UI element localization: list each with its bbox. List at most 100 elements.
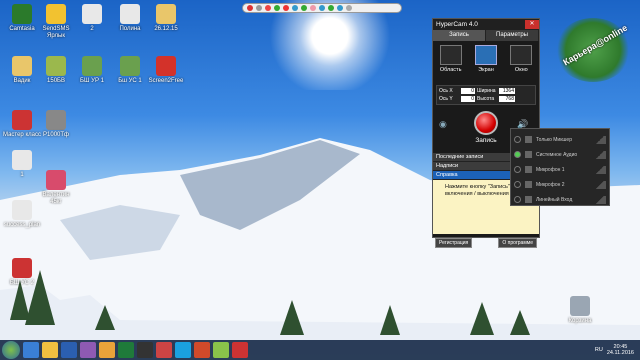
desktop-icon[interactable]: success_plan bbox=[2, 200, 42, 229]
radio-icon[interactable] bbox=[514, 166, 521, 173]
mode-window-label: Окно bbox=[514, 67, 528, 73]
green-icon[interactable] bbox=[328, 5, 334, 11]
sun bbox=[270, 0, 390, 90]
hypercam-taskbar-icon[interactable] bbox=[232, 342, 248, 358]
record-button[interactable] bbox=[474, 111, 498, 135]
blue-icon[interactable] bbox=[337, 5, 343, 11]
app-icon[interactable] bbox=[156, 342, 172, 358]
recording-toolbar[interactable] bbox=[242, 3, 402, 13]
window-titlebar[interactable]: HyperCam 4.0 ✕ bbox=[433, 19, 539, 30]
desktop-icon[interactable]: Р1000Тф bbox=[36, 110, 76, 139]
tab-record[interactable]: Запись bbox=[433, 30, 486, 41]
audio-source-menu[interactable]: Только Микшер Системное Аудио Микрофон 1 Ми… bbox=[510, 128, 610, 206]
clock-date: 24.11.2016 bbox=[606, 350, 634, 356]
file-icon bbox=[46, 110, 66, 130]
close-button[interactable]: ✕ bbox=[525, 20, 539, 29]
window-icon bbox=[510, 45, 533, 65]
desktop-icon[interactable]: Screen2Free bbox=[146, 56, 186, 85]
skype-icon[interactable] bbox=[175, 342, 191, 358]
height-field[interactable]: 768 bbox=[499, 96, 515, 102]
explorer-icon[interactable] bbox=[23, 342, 39, 358]
audio-option-label: Линейный Вход bbox=[536, 196, 573, 203]
folder-icon[interactable] bbox=[42, 342, 58, 358]
desktop-icon[interactable]: БШ УР 1 bbox=[72, 56, 112, 85]
audio-option-label: Микрофон 1 bbox=[536, 166, 565, 173]
audio-option[interactable]: Микрофон 2 bbox=[514, 177, 606, 192]
file-icon bbox=[570, 296, 590, 316]
blue-icon[interactable] bbox=[319, 5, 325, 11]
audio-source-icon bbox=[525, 136, 532, 143]
desktop-icon[interactable]: Полина bbox=[110, 4, 150, 33]
radio-icon[interactable] bbox=[514, 181, 521, 188]
mode-screen-button[interactable]: Экран bbox=[472, 45, 500, 83]
audio-option-label: Системное Аудио bbox=[536, 151, 578, 158]
volume-bars-icon bbox=[594, 180, 606, 189]
y-label: Ось Y bbox=[439, 96, 453, 102]
radio-icon[interactable] bbox=[514, 136, 521, 143]
gray-icon[interactable] bbox=[346, 5, 352, 11]
tab-settings[interactable]: Параметры bbox=[486, 30, 539, 41]
watermark-text: Карьера@online bbox=[561, 22, 630, 68]
audio-source-icon bbox=[525, 196, 532, 203]
mode-window-button[interactable]: Окно bbox=[507, 45, 535, 83]
file-icon bbox=[12, 200, 32, 220]
file-icon bbox=[156, 4, 176, 24]
excel-icon[interactable] bbox=[118, 342, 134, 358]
x-field[interactable]: 0 bbox=[461, 88, 475, 94]
area-icon bbox=[439, 45, 462, 65]
width-field[interactable]: 1364 bbox=[499, 88, 515, 94]
register-button[interactable]: Регистрация bbox=[435, 238, 473, 248]
word-icon[interactable] bbox=[61, 342, 77, 358]
desktop-icon[interactable]: 26.12.15 bbox=[146, 4, 186, 33]
audio-option[interactable]: Микрофон 1 bbox=[514, 162, 606, 177]
viber-icon[interactable] bbox=[80, 342, 96, 358]
radio-icon[interactable] bbox=[514, 151, 521, 158]
volume-bars-icon bbox=[594, 195, 606, 204]
audio-source-icon bbox=[525, 181, 532, 188]
volume-bars-icon bbox=[594, 150, 606, 159]
desktop-icon[interactable]: Бш УС 1 bbox=[110, 56, 150, 85]
green-icon[interactable] bbox=[274, 5, 280, 11]
audio-option-label: Только Микшер bbox=[536, 136, 572, 143]
watermark-logo: Карьера@online bbox=[555, 18, 631, 82]
powerpoint-icon[interactable] bbox=[194, 342, 210, 358]
y-field[interactable]: 0 bbox=[461, 96, 475, 102]
pink-icon[interactable] bbox=[310, 5, 316, 11]
height-label: Высота bbox=[477, 96, 495, 102]
desktop-icon-label: Р1000Тф bbox=[43, 132, 69, 138]
desktop-icon[interactable]: 2 bbox=[72, 4, 112, 33]
gray-icon[interactable] bbox=[256, 5, 262, 11]
audio-option[interactable]: Системное Аудио bbox=[514, 147, 606, 162]
desktop-icon[interactable]: Валентин 45кг bbox=[36, 170, 76, 206]
webcam-icon[interactable]: ◉ bbox=[439, 119, 447, 130]
desktop-icon[interactable]: Корзина bbox=[560, 296, 600, 325]
close-icon[interactable] bbox=[265, 5, 271, 11]
green-icon[interactable] bbox=[301, 5, 307, 11]
desktop-icon[interactable]: 150БВ bbox=[36, 56, 76, 85]
volume-bars-icon bbox=[594, 165, 606, 174]
mode-screen-label: Экран bbox=[478, 67, 494, 73]
chrome-icon[interactable] bbox=[99, 342, 115, 358]
desktop-icon[interactable]: БШ УС 2 bbox=[2, 258, 42, 287]
file-icon bbox=[12, 258, 32, 278]
start-button[interactable] bbox=[2, 341, 20, 359]
audio-option[interactable]: Линейный Вход bbox=[514, 192, 606, 207]
media-icon[interactable] bbox=[137, 342, 153, 358]
mode-area-button[interactable]: Область bbox=[437, 45, 465, 83]
red-icon[interactable] bbox=[247, 5, 253, 11]
radio-icon[interactable] bbox=[514, 196, 521, 203]
blue-icon[interactable] bbox=[292, 5, 298, 11]
desktop-icon[interactable]: SendSMS Ярлык bbox=[36, 4, 76, 40]
file-icon bbox=[12, 150, 32, 170]
about-button[interactable]: О программе bbox=[498, 238, 537, 248]
desktop-icon-label: SendSMS Ярлык bbox=[42, 26, 70, 39]
red-icon[interactable] bbox=[283, 5, 289, 11]
volume-bars-icon bbox=[594, 135, 606, 144]
language-indicator[interactable]: RU bbox=[595, 347, 603, 353]
desktop-icon-label: БШ УР 1 bbox=[80, 78, 104, 84]
clock[interactable]: 20:45 24.11.2016 bbox=[607, 344, 634, 356]
audio-option[interactable]: Только Микшер bbox=[514, 132, 606, 147]
width-label: Ширина bbox=[477, 88, 496, 94]
app-icon[interactable] bbox=[213, 342, 229, 358]
desktop-icon-label: Валентин 45кг bbox=[42, 192, 70, 205]
